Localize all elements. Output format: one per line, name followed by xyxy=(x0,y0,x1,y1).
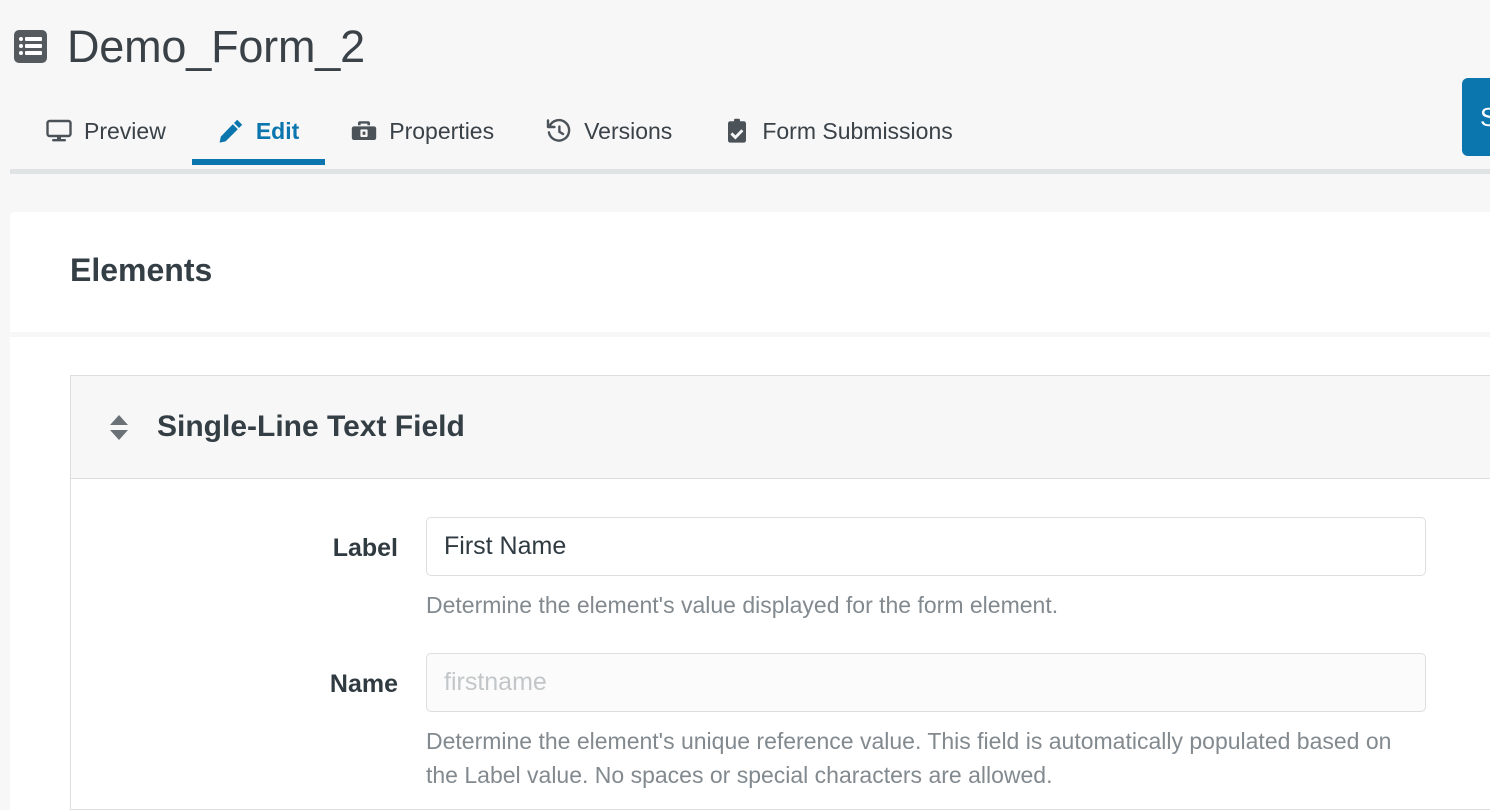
form-row-label: Label Determine the element's value disp… xyxy=(71,517,1490,622)
tab-preview-label: Preview xyxy=(84,117,166,144)
pencil-icon xyxy=(218,118,244,144)
label-field-label: Label xyxy=(332,534,398,562)
name-help-text: Determine the element's unique reference… xyxy=(426,728,1392,789)
page-title: Demo_Form_2 xyxy=(67,20,365,72)
tab-edit[interactable]: Edit xyxy=(191,92,326,170)
elements-body-panel: Single-Line Text Field Label Determine t… xyxy=(10,337,1490,810)
history-icon xyxy=(546,118,572,144)
tab-properties-label: Properties xyxy=(389,117,495,144)
toolbox-icon xyxy=(351,118,377,144)
tab-edit-label: Edit xyxy=(255,117,300,144)
element-card-body: Label Determine the element's value disp… xyxy=(71,479,1490,792)
form-list-icon xyxy=(14,29,47,63)
element-card-single-line-text-field: Single-Line Text Field Label Determine t… xyxy=(70,375,1490,810)
element-card-title: Single-Line Text Field xyxy=(157,410,465,443)
elements-panel: Elements xyxy=(10,212,1490,332)
monitor-icon xyxy=(46,118,72,144)
tab-bar: Preview Edit Properties Versions Form Su… xyxy=(0,92,1490,178)
sort-updown-icon[interactable] xyxy=(109,412,129,442)
tab-versions-label: Versions xyxy=(584,117,673,144)
tab-properties[interactable]: Properties xyxy=(325,92,520,170)
elements-heading: Elements xyxy=(70,252,213,288)
tab-preview[interactable]: Preview xyxy=(30,92,192,170)
element-card-header[interactable]: Single-Line Text Field xyxy=(71,376,1490,479)
tab-form-submissions-label: Form Submissions xyxy=(762,117,953,144)
page-header: Demo_Form_2 xyxy=(0,0,1490,92)
save-button[interactable]: Save xyxy=(1462,78,1490,156)
tab-list: Preview Edit Properties Versions Form Su… xyxy=(30,92,979,170)
tab-versions[interactable]: Versions xyxy=(520,92,698,170)
tab-form-submissions[interactable]: Form Submissions xyxy=(698,92,978,170)
name-input[interactable] xyxy=(426,653,1426,713)
label-input[interactable] xyxy=(426,517,1426,576)
form-row-name: Name Determine the element's unique refe… xyxy=(71,653,1490,792)
tab-bar-divider xyxy=(10,169,1490,174)
name-field-label: Name xyxy=(329,670,398,699)
label-help-text: Determine the element's value displayed … xyxy=(426,592,1059,618)
clipboard-check-icon xyxy=(724,118,750,144)
